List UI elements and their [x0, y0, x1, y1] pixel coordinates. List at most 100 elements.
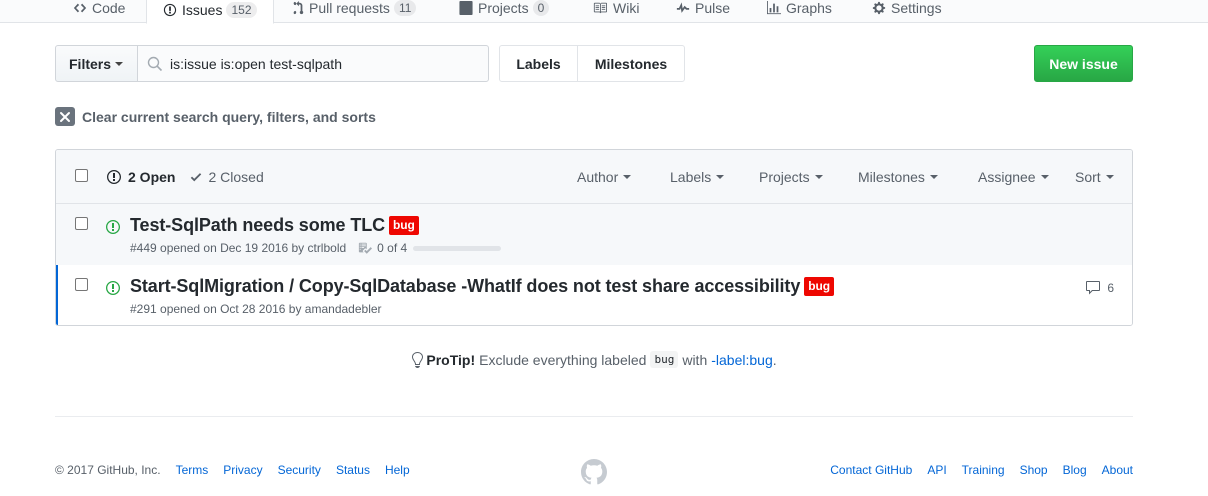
comments-link[interactable]: 6	[1085, 280, 1114, 296]
footer-link-about[interactable]: About	[1102, 463, 1133, 477]
issue-meta: #449 opened on Dec 19 2016 by ctrlbold 0…	[130, 241, 502, 255]
task-progress-text: 0 of 4	[377, 241, 408, 255]
tab-code[interactable]: Code	[73, 0, 125, 23]
issue-title-link[interactable]: Start-SqlMigration / Copy-SqlDatabase -W…	[130, 276, 800, 297]
protip-period: .	[772, 351, 777, 368]
tab-projects[interactable]: Projects 0	[459, 0, 550, 23]
book-icon	[593, 2, 607, 14]
projects-counter: 0	[532, 0, 550, 16]
author-filter[interactable]: Author	[577, 169, 632, 185]
chevron-down-icon	[1040, 175, 1049, 179]
tab-code-label: Code	[92, 0, 126, 16]
closed-issues-filter[interactable]: 2 Closed	[189, 169, 264, 185]
chevron-down-icon	[929, 175, 938, 179]
tab-issues-label: Issues	[182, 1, 223, 18]
github-logo-icon[interactable]	[581, 459, 607, 485]
issue-states: 2 Open 2 Closed	[106, 169, 264, 185]
open-count-label: 2 Open	[128, 169, 176, 185]
issue-opened-icon	[106, 281, 120, 295]
sort-menu-label: Sort	[1075, 169, 1101, 185]
pull-requests-counter: 11	[393, 0, 417, 16]
chevron-down-icon	[1105, 175, 1114, 179]
gear-icon	[872, 1, 886, 15]
search-icon	[147, 56, 163, 71]
issue-row: Test-SqlPath needs some TLC bug #449 ope…	[56, 204, 1132, 266]
select-all-checkbox[interactable]	[75, 169, 88, 182]
comments-count: 6	[1107, 281, 1114, 295]
clear-query-label: Clear current search query, filters, and…	[82, 108, 376, 125]
milestones-button[interactable]: Milestones	[577, 45, 685, 82]
search-input[interactable]	[170, 55, 470, 72]
tab-settings-label: Settings	[891, 0, 942, 16]
tab-pull-requests[interactable]: Pull requests 11	[292, 0, 417, 23]
issue-meta-text: #291 opened on Oct 28 2016 by amandadebl…	[130, 302, 382, 316]
close-icon	[55, 107, 75, 126]
footer-link-shop[interactable]: Shop	[1020, 463, 1048, 477]
tab-settings[interactable]: Settings	[872, 0, 942, 23]
tab-wiki[interactable]: Wiki	[592, 0, 639, 23]
protip-strong: ProTip!	[426, 351, 476, 368]
chevron-down-icon	[716, 175, 725, 179]
tab-pulse[interactable]: Pulse	[676, 0, 730, 23]
author-filter-label: Author	[577, 169, 619, 185]
tab-wiki-label: Wiki	[613, 0, 640, 16]
issues-header: 2 Open 2 Closed Author Labels Projects M…	[56, 150, 1132, 204]
tab-pull-requests-label: Pull requests	[309, 0, 390, 16]
chevron-down-icon	[115, 61, 124, 66]
footer-link-contact[interactable]: Contact GitHub	[830, 463, 912, 477]
projects-filter[interactable]: Projects	[759, 169, 823, 185]
issue-opened-icon	[163, 3, 177, 16]
issue-meta-text: #449 opened on Dec 19 2016 by ctrlbold	[130, 241, 347, 255]
tab-issues[interactable]: Issues 152	[146, 0, 274, 24]
milestones-filter[interactable]: Milestones	[858, 169, 938, 185]
sort-menu[interactable]: Sort	[1075, 169, 1114, 185]
labels-button[interactable]: Labels	[499, 45, 578, 82]
checklist-icon	[359, 242, 373, 254]
filters-button[interactable]: Filters	[55, 45, 138, 82]
footer-link-terms[interactable]: Terms	[176, 463, 209, 477]
issue-checkbox[interactable]	[75, 217, 88, 230]
issue-title-wrap: Test-SqlPath needs some TLC bug	[130, 215, 419, 236]
footer-link-privacy[interactable]: Privacy	[223, 463, 262, 477]
protip-code: bug	[650, 351, 679, 368]
footer-right: Contact GitHub API Training Shop Blog Ab…	[815, 463, 1133, 477]
footer-link-training[interactable]: Training	[962, 463, 1005, 477]
footer-link-status[interactable]: Status	[336, 463, 370, 477]
bug-label[interactable]: bug	[804, 277, 834, 296]
light-bulb-icon	[412, 351, 424, 368]
issue-title-wrap: Start-SqlMigration / Copy-SqlDatabase -W…	[130, 276, 834, 297]
issue-row: Start-SqlMigration / Copy-SqlDatabase -W…	[56, 265, 1132, 325]
new-issue-button[interactable]: New issue	[1034, 45, 1133, 82]
assignee-filter-label: Assignee	[978, 169, 1036, 185]
tab-graphs[interactable]: Graphs	[767, 0, 832, 23]
bug-label[interactable]: bug	[389, 216, 419, 235]
protip-text: Exclude everything labeled	[479, 351, 647, 368]
filters-label: Filters	[69, 55, 112, 72]
footer-link-security[interactable]: Security	[278, 463, 321, 477]
protip: ProTip! Exclude everything labeled bug w…	[0, 351, 1188, 368]
milestones-button-label: Milestones	[594, 55, 668, 72]
milestones-filter-label: Milestones	[858, 169, 925, 185]
clear-query-link[interactable]: Clear current search query, filters, and…	[55, 107, 376, 126]
footer-link-blog[interactable]: Blog	[1063, 463, 1087, 477]
tab-projects-label: Projects	[478, 0, 529, 16]
open-issues-filter[interactable]: 2 Open	[106, 169, 175, 185]
protip-link[interactable]: -label:bug	[711, 352, 773, 368]
project-icon	[459, 1, 473, 15]
closed-count-label: 2 Closed	[208, 169, 264, 185]
issue-checkbox[interactable]	[75, 278, 88, 291]
issue-title-link[interactable]: Test-SqlPath needs some TLC	[130, 215, 385, 236]
labels-button-label: Labels	[516, 55, 561, 72]
new-issue-label: New issue	[1049, 55, 1118, 72]
task-progress: 0 of 4	[358, 241, 502, 255]
search-field[interactable]	[137, 45, 489, 82]
issue-opened-icon	[107, 170, 121, 184]
labels-filter[interactable]: Labels	[670, 169, 725, 185]
footer-link-api[interactable]: API	[927, 463, 946, 477]
footer-link-help[interactable]: Help	[385, 463, 410, 477]
tab-graphs-label: Graphs	[786, 0, 832, 16]
assignee-filter[interactable]: Assignee	[978, 169, 1049, 185]
code-icon	[73, 3, 87, 13]
copyright: © 2017 GitHub, Inc.	[55, 463, 161, 477]
graph-icon	[767, 1, 781, 15]
